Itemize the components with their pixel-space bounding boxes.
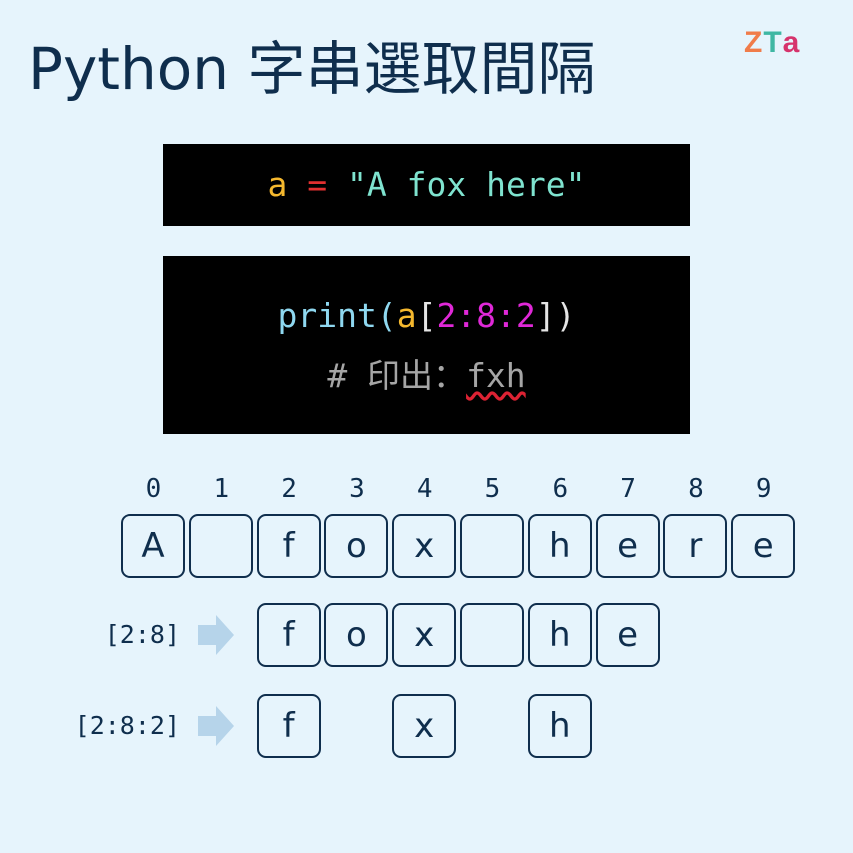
char-cell xyxy=(188,514,253,578)
arrow-right-icon xyxy=(198,615,234,655)
char-cell: e xyxy=(731,514,796,578)
comment-value: fxh xyxy=(466,356,526,395)
index-label: 5 xyxy=(484,474,501,504)
code-comment: # 印出：fxh xyxy=(163,354,690,398)
index-label: 3 xyxy=(349,474,365,504)
comment-prefix: # 印出： xyxy=(327,356,467,395)
slice-cell: f xyxy=(256,694,321,758)
code-var: a xyxy=(396,296,417,335)
code-close-bracket: ]) xyxy=(535,296,576,335)
slice-cell: e xyxy=(595,603,660,667)
char-cell xyxy=(460,514,524,578)
char-cell: e xyxy=(595,514,660,578)
index-label: 1 xyxy=(213,474,230,504)
slice-cell: o xyxy=(324,603,389,667)
code-var: a xyxy=(267,165,288,204)
char-cell: x xyxy=(392,514,457,578)
code-operator: = xyxy=(287,165,348,204)
slice-cell: h xyxy=(527,694,592,758)
char-cell: o xyxy=(324,514,389,578)
code-func: print( xyxy=(277,296,397,335)
code-string: "A fox here" xyxy=(347,165,586,204)
char-cell: h xyxy=(527,514,592,578)
slice-cell xyxy=(460,603,524,667)
page-title: Python 字串選取間隔 xyxy=(28,35,596,103)
slice-label: [2:8] xyxy=(104,620,180,649)
char-cell: r xyxy=(663,514,728,578)
index-label: 7 xyxy=(620,474,636,504)
code-block-print: print(a[2:8:2]) # 印出：fxh xyxy=(163,256,690,434)
code-slice: 2:8:2 xyxy=(436,296,536,335)
slice-cell: h xyxy=(527,603,592,667)
code-open-bracket: [ xyxy=(416,296,437,335)
code-block-assignment: a = "A fox here" xyxy=(163,144,690,226)
arrow-right-icon xyxy=(198,706,234,746)
slice-label: [2:8:2] xyxy=(74,711,180,740)
slice-cell: f xyxy=(256,603,321,667)
index-label: 8 xyxy=(688,474,704,504)
index-label: 6 xyxy=(552,474,569,504)
logo-letter-t: T xyxy=(763,26,783,59)
index-label: 9 xyxy=(755,474,772,504)
index-label: 4 xyxy=(416,474,433,504)
code-print-line: print(a[2:8:2]) xyxy=(163,294,690,338)
index-label: 0 xyxy=(145,474,162,504)
zta-logo: ZTa xyxy=(744,26,800,60)
slice-cell: x xyxy=(392,603,457,667)
char-cell: f xyxy=(256,514,321,578)
slice-cell: x xyxy=(392,694,457,758)
logo-letter-z: Z xyxy=(744,26,764,59)
logo-letter-a: a xyxy=(782,26,801,59)
index-label: 2 xyxy=(281,474,297,504)
char-cell: A xyxy=(121,514,185,578)
